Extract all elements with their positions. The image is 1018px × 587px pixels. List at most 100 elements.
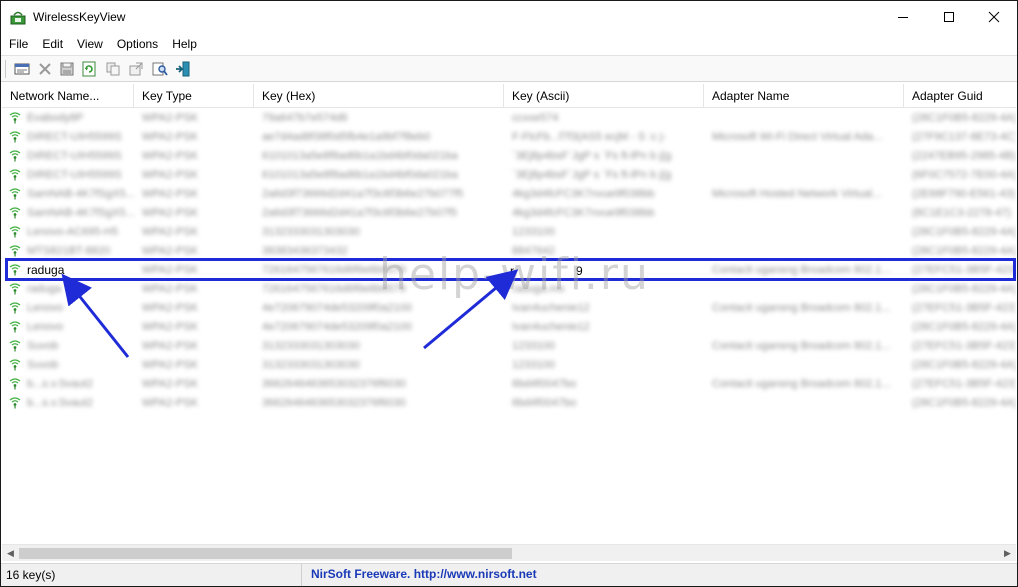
table-row[interactable]: b...s.v.Svaut2 WPA2-PSK 366264646365303237… xyxy=(2,394,1016,413)
horizontal-scrollbar[interactable]: ◀ ▶ xyxy=(2,544,1016,561)
cell-network-name: DIRECT-UIH5599S xyxy=(27,150,122,162)
minimize-icon xyxy=(898,17,908,18)
table-row[interactable]: MTS821BT-8820 WPA2-PSK 38383436373432 88476… xyxy=(2,242,1016,261)
cell-key-ascii: 6bd4f0047bo xyxy=(512,397,577,409)
cell-key-hex: 2a6d3f73666d2d41a7f3c6f3b6e27b07f5 xyxy=(262,207,458,219)
properties-icon xyxy=(14,63,30,75)
col-adapter-guid[interactable]: Adapter Guid xyxy=(904,84,1016,108)
scroll-right-arrow-icon[interactable]: ▶ xyxy=(999,545,1016,562)
table-row[interactable]: DIRECT-UIH5599S WPA2-PSK 6101013a5e8f8ad6b… xyxy=(2,147,1016,166)
cell-key-ascii: Ivan4uchenie12 xyxy=(512,321,590,333)
cell-key-type: WPA2-PSK xyxy=(142,321,199,333)
cell-adapter-name xyxy=(704,223,904,242)
cell-adapter-name: Contacit ugansng Broadcom 802.1... xyxy=(712,340,891,352)
cell-adapter-guid: (27EFC51-3B5F-423) xyxy=(912,378,1016,390)
col-adapter-name[interactable]: Adapter Name xyxy=(704,84,904,108)
find-button[interactable] xyxy=(151,60,169,78)
cell-adapter-guid: (27F9C137-8E73-4C) xyxy=(912,131,1016,143)
cell-adapter-name xyxy=(704,109,904,128)
save-button[interactable] xyxy=(58,60,76,78)
menu-options[interactable]: Options xyxy=(109,37,164,51)
menu-help[interactable]: Help xyxy=(164,37,203,51)
cell-adapter-name xyxy=(704,318,904,337)
title-bar[interactable]: WirelessKeyView xyxy=(1,1,1017,33)
delete-button[interactable] xyxy=(36,60,54,78)
cell-adapter-guid: (2E68F790-E561-43) xyxy=(912,188,1016,200)
col-network-name[interactable]: Network Name... xyxy=(2,84,134,108)
table-row[interactable]: b...s.v.Svaut2 WPA2-PSK 366264646365303237… xyxy=(2,375,1016,394)
cell-key-hex: 3132333031303030 xyxy=(262,340,360,352)
cell-network-name: DIRECT-UIH5599S xyxy=(27,131,122,143)
properties-button[interactable] xyxy=(13,60,31,78)
table-row[interactable]: Lenovo-AC695-H5 WPA2-PSK 3132333031303030 1… xyxy=(2,223,1016,242)
nirsoft-link[interactable]: NirSoft Freeware. http://www.nirsoft.net xyxy=(311,564,537,586)
export-button[interactable] xyxy=(127,60,145,78)
table-row[interactable]: Evabody8P WPA2-PSK 79a647b7e574d6 ccxxe574 (… xyxy=(2,109,1016,128)
cell-network-name: Suvob xyxy=(27,359,59,371)
table-row[interactable]: DIRECT-UIH5599S WPA2-PSK 6101013a5e8f8ad6b… xyxy=(2,166,1016,185)
cell-key-ascii: 4kg3d4fcFC3K7nvue9f038bb xyxy=(512,188,655,200)
cell-key-hex: 2a6d3f73666d2d41a7f3c6f3b6e27b077f5 xyxy=(262,188,464,200)
export-icon xyxy=(129,62,143,76)
cell-key-type: WPA2-PSK xyxy=(142,397,199,409)
cell-key-type: WPA2-PSK xyxy=(142,188,199,200)
find-icon xyxy=(152,62,168,76)
cell-key-type: WPA2-PSK xyxy=(142,264,199,276)
cell-adapter-name xyxy=(704,280,904,299)
cell-key-ascii: Ivan4uchenie12 xyxy=(512,302,590,314)
cell-adapter-name: Microsoft Wi-Fi Direct Virtual Ada... xyxy=(712,131,883,143)
cell-key-type: WPA2-PSK xyxy=(142,302,199,314)
cell-key-hex: 4e720679074de53209f0a2100 xyxy=(262,302,412,314)
cell-adapter-name: Contacit ugansng Broadcom 802.1... xyxy=(712,302,891,314)
scroll-thumb[interactable] xyxy=(19,548,512,559)
table-row[interactable]: Suvob WPA2-PSK 3132333031303030 1233100 (28C… xyxy=(2,356,1016,375)
cell-adapter-guid: (6F0C7572-7E00-4A) xyxy=(912,169,1016,181)
cell-key-hex: 3132333031303030 xyxy=(262,359,360,371)
table-row-raduga[interactable]: raduga WPA2-PSK 7261647567616d6f6e6b6579 Co… xyxy=(2,261,1016,280)
table-row[interactable]: Lenovo WPA2-PSK 4e720679074de53209f0a2100 I… xyxy=(2,318,1016,337)
cell-key-ascii: 1233100 xyxy=(512,340,555,352)
table-row[interactable]: SamNAB-4K7fSgX5... WPA2-PSK 2a6d3f73666d2d… xyxy=(2,185,1016,204)
minimize-button[interactable] xyxy=(880,1,926,33)
scroll-left-arrow-icon[interactable]: ◀ xyxy=(2,545,19,562)
exit-icon xyxy=(176,61,190,77)
cell-key-type: WPA2-PSK xyxy=(142,112,199,124)
cell-key-type: WPA2-PSK xyxy=(142,359,199,371)
cell-key-ascii: 6bd4f0047bo xyxy=(512,378,577,390)
key-list[interactable]: Network Name... Key Type Key (Hex) Key (… xyxy=(2,84,1016,544)
cell-network-name: raduga xyxy=(27,263,65,277)
list-header: Network Name... Key Type Key (Hex) Key (… xyxy=(2,84,1016,108)
menu-file[interactable]: File xyxy=(1,37,34,51)
table-row[interactable]: SamNAB-4K7fSgX5... WPA2-PSK 2a6d3f73666d2d… xyxy=(2,204,1016,223)
close-button[interactable] xyxy=(971,1,1017,33)
exit-button[interactable] xyxy=(174,60,192,78)
copy-icon xyxy=(106,62,120,76)
cell-adapter-guid: (28C1F0B5-8229-4A) xyxy=(912,397,1016,409)
refresh-button[interactable] xyxy=(80,60,98,78)
cell-adapter-name: Microsoft Hosted Network Virtual... xyxy=(712,188,882,200)
toolbar xyxy=(1,55,1017,82)
cell-key-hex: 6101013a5e8f8ad6b1a1bd4bf0da021ba xyxy=(262,169,458,181)
cell-network-name: DIRECT-UIH5599S xyxy=(27,169,122,181)
cell-adapter-guid: (27EFC51-3B5F-423) xyxy=(912,302,1016,314)
col-key-type[interactable]: Key Type xyxy=(134,84,254,108)
copy-button[interactable] xyxy=(104,60,122,78)
menu-view[interactable]: View xyxy=(69,37,109,51)
col-key-hex[interactable]: Key (Hex) xyxy=(254,84,504,108)
save-icon xyxy=(60,62,74,76)
cell-key-type: WPA2-PSK xyxy=(142,245,199,257)
table-row[interactable]: Lenovo WPA2-PSK 4e720679074de53209f0a2100 I… xyxy=(2,299,1016,318)
table-row[interactable]: Suvob WPA2-PSK 3132333031303030 1233100 Cont… xyxy=(2,337,1016,356)
col-key-ascii[interactable]: Key (Ascii) xyxy=(504,84,704,108)
maximize-icon xyxy=(944,12,954,22)
cell-key-hex: 6101013a5e8f8ad6b1a1bd4bf0da021ba xyxy=(262,150,458,162)
menu-edit[interactable]: Edit xyxy=(34,37,69,51)
cell-adapter-guid: (28C1F0B5-8229-4A) xyxy=(912,359,1016,371)
table-row[interactable]: DIRECT-UIH5599S WPA2-PSK ae7d4ad8f38f0d5fb… xyxy=(2,128,1016,147)
maximize-button[interactable] xyxy=(926,1,972,33)
cell-adapter-guid: (28C1F0B5-8229-4A) xyxy=(912,245,1016,257)
table-row[interactable]: raduga WPA2-PSK 7261647567616d6f6e6b6579 ra… xyxy=(2,280,1016,299)
menu-bar: File Edit View Options Help xyxy=(1,34,1017,54)
cell-key-hex: 3662646463653032376f6030 xyxy=(262,397,406,409)
cell-adapter-name xyxy=(704,166,904,185)
